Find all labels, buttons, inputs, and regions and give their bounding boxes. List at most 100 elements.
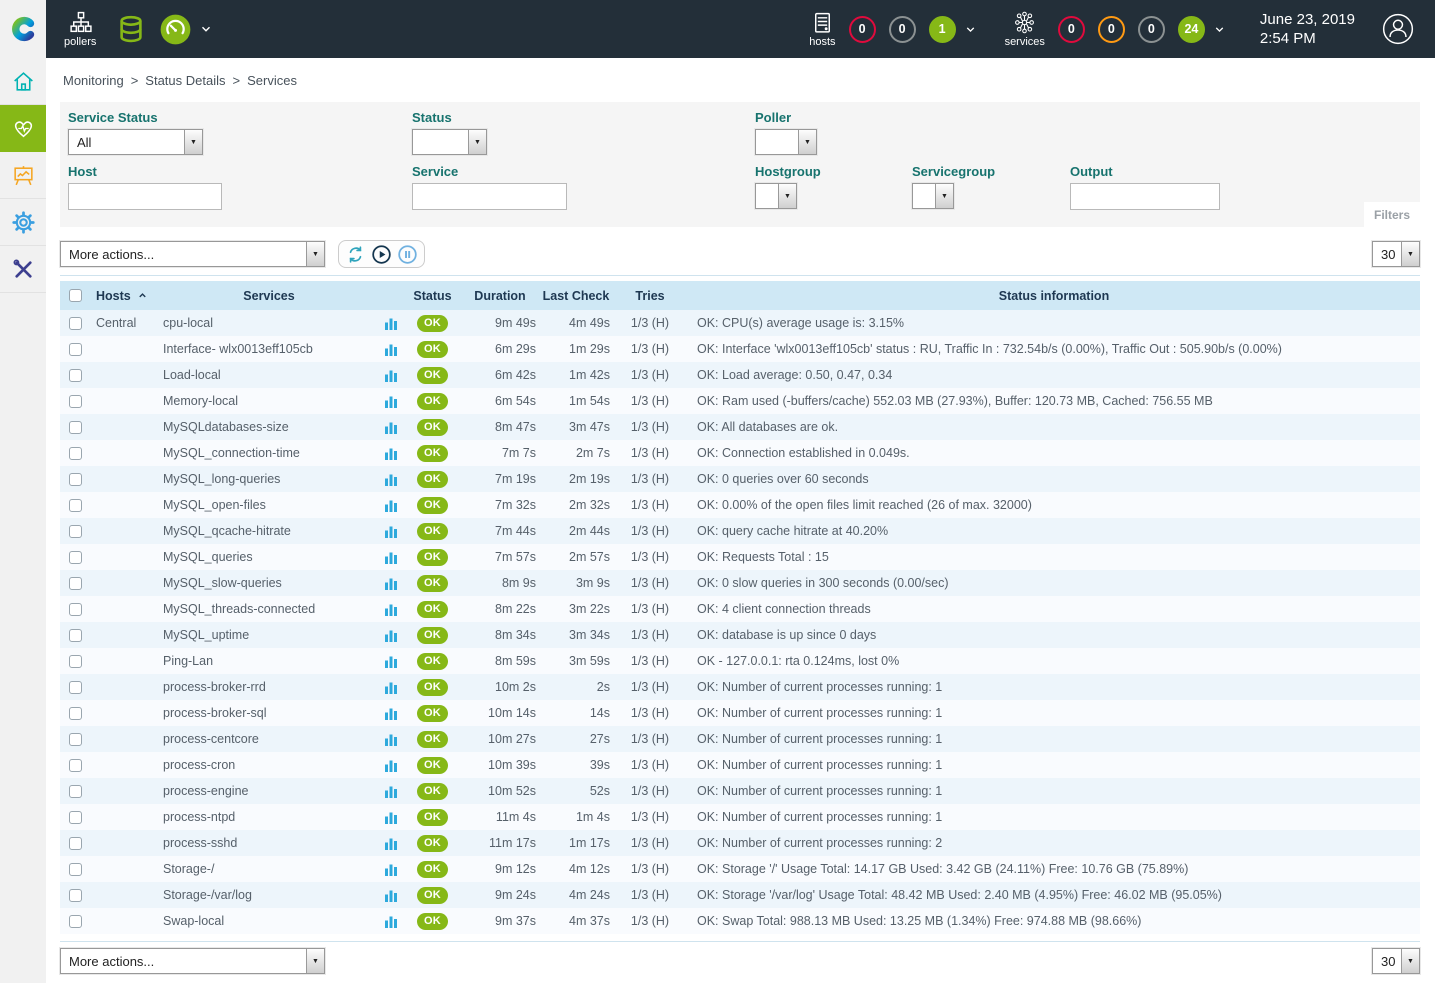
row-service[interactable]: MySQL_qcache-hitrate xyxy=(160,524,378,538)
row-checkbox[interactable] xyxy=(69,837,82,850)
gauge-status-button[interactable] xyxy=(160,14,191,45)
row-checkbox[interactable] xyxy=(69,369,82,382)
row-checkbox[interactable] xyxy=(69,811,82,824)
service-graph-button[interactable] xyxy=(378,316,405,331)
row-service[interactable]: MySQL_threads-connected xyxy=(160,602,378,616)
more-actions-select-bottom[interactable]: More actions... ▼ xyxy=(60,948,325,974)
service-graph-button[interactable] xyxy=(378,628,405,643)
hosts-menu[interactable]: hosts xyxy=(809,10,835,48)
row-service[interactable]: process-cron xyxy=(160,758,378,772)
row-checkbox[interactable] xyxy=(69,655,82,668)
row-service[interactable]: process-sshd xyxy=(160,836,378,850)
service-graph-button[interactable] xyxy=(378,732,405,747)
host-filter-input[interactable] xyxy=(68,183,222,210)
row-checkbox[interactable] xyxy=(69,915,82,928)
service-graph-button[interactable] xyxy=(378,550,405,565)
row-service[interactable]: MySQL_connection-time xyxy=(160,446,378,460)
status-counter[interactable]: 0 xyxy=(1058,16,1085,43)
service-graph-button[interactable] xyxy=(378,914,405,929)
hosts-dropdown-toggle[interactable] xyxy=(964,23,977,36)
sidebar-item-monitoring[interactable] xyxy=(0,105,46,152)
refresh-button[interactable] xyxy=(345,244,366,265)
service-graph-button[interactable] xyxy=(378,862,405,877)
row-service[interactable]: process-centcore xyxy=(160,732,378,746)
row-service[interactable]: MySQL_queries xyxy=(160,550,378,564)
row-checkbox[interactable] xyxy=(69,785,82,798)
last-check-column-header[interactable]: Last Check xyxy=(540,289,612,303)
service-graph-button[interactable] xyxy=(378,810,405,825)
duration-column-header[interactable]: Duration xyxy=(460,289,540,303)
row-checkbox[interactable] xyxy=(69,525,82,538)
select-all-checkbox[interactable] xyxy=(69,289,82,302)
row-checkbox[interactable] xyxy=(69,889,82,902)
services-dropdown-toggle[interactable] xyxy=(1213,23,1226,36)
services-menu[interactable]: services xyxy=(1005,10,1045,48)
breadcrumb-status-details[interactable]: Status Details xyxy=(145,73,225,88)
row-checkbox[interactable] xyxy=(69,681,82,694)
row-checkbox[interactable] xyxy=(69,577,82,590)
service-graph-button[interactable] xyxy=(378,576,405,591)
status-select[interactable]: ▼ xyxy=(412,129,487,155)
row-service[interactable]: MySQL_long-queries xyxy=(160,472,378,486)
service-graph-button[interactable] xyxy=(378,342,405,357)
service-graph-button[interactable] xyxy=(378,446,405,461)
service-graph-button[interactable] xyxy=(378,784,405,799)
poller-dropdown-toggle[interactable] xyxy=(199,22,213,36)
status-counter[interactable]: 0 xyxy=(1138,16,1165,43)
status-information-column-header[interactable]: Status information xyxy=(688,289,1420,303)
row-host[interactable]: Central xyxy=(90,316,160,330)
service-graph-button[interactable] xyxy=(378,654,405,669)
row-checkbox[interactable] xyxy=(69,343,82,356)
row-service[interactable]: MySQL_slow-queries xyxy=(160,576,378,590)
service-graph-button[interactable] xyxy=(378,472,405,487)
status-counter[interactable]: 0 xyxy=(849,16,876,43)
row-checkbox[interactable] xyxy=(69,733,82,746)
row-service[interactable]: process-broker-sql xyxy=(160,706,378,720)
row-service[interactable]: process-broker-rrd xyxy=(160,680,378,694)
service-graph-button[interactable] xyxy=(378,602,405,617)
breadcrumb-services[interactable]: Services xyxy=(247,73,297,88)
service-graph-button[interactable] xyxy=(378,524,405,539)
status-counter[interactable]: 0 xyxy=(1098,16,1125,43)
row-checkbox[interactable] xyxy=(69,629,82,642)
filters-collapse-tab[interactable]: Filters xyxy=(1364,202,1420,228)
row-service[interactable]: MySQL_uptime xyxy=(160,628,378,642)
pause-refresh-button[interactable] xyxy=(397,244,418,265)
status-column-header[interactable]: Status xyxy=(405,289,460,303)
status-counter[interactable]: 24 xyxy=(1178,16,1205,43)
sidebar-item-home[interactable] xyxy=(0,58,46,105)
centreon-logo[interactable] xyxy=(0,0,46,58)
sort-ascending-icon[interactable] xyxy=(137,290,148,301)
row-service[interactable]: MySQLdatabases-size xyxy=(160,420,378,434)
row-service[interactable]: process-ntpd xyxy=(160,810,378,824)
tries-column-header[interactable]: Tries xyxy=(612,289,688,303)
row-service[interactable]: Memory-local xyxy=(160,394,378,408)
row-service[interactable]: Storage-/var/log xyxy=(160,888,378,902)
service-graph-button[interactable] xyxy=(378,706,405,721)
row-checkbox[interactable] xyxy=(69,421,82,434)
service-graph-button[interactable] xyxy=(378,394,405,409)
status-counter[interactable]: 1 xyxy=(929,16,956,43)
row-checkbox[interactable] xyxy=(69,707,82,720)
row-service[interactable]: Load-local xyxy=(160,368,378,382)
hostgroup-select[interactable]: ▼ xyxy=(755,183,797,209)
services-column-header[interactable]: Services xyxy=(160,289,378,303)
service-status-select[interactable]: All ▼ xyxy=(68,129,203,155)
row-checkbox[interactable] xyxy=(69,395,82,408)
service-filter-input[interactable] xyxy=(412,183,567,210)
output-filter-input[interactable] xyxy=(1070,183,1220,210)
database-status-button[interactable] xyxy=(116,14,146,44)
row-checkbox[interactable] xyxy=(69,863,82,876)
row-checkbox[interactable] xyxy=(69,317,82,330)
hosts-column-header[interactable]: Hosts xyxy=(96,289,131,303)
sidebar-item-configuration[interactable] xyxy=(0,199,46,246)
row-service[interactable]: Storage-/ xyxy=(160,862,378,876)
row-service[interactable]: Swap-local xyxy=(160,914,378,928)
sidebar-item-reporting[interactable] xyxy=(0,152,46,199)
service-graph-button[interactable] xyxy=(378,680,405,695)
row-service[interactable]: Interface- wlx0013eff105cb xyxy=(160,342,378,356)
row-service[interactable]: MySQL_open-files xyxy=(160,498,378,512)
row-checkbox[interactable] xyxy=(69,759,82,772)
row-checkbox[interactable] xyxy=(69,447,82,460)
service-graph-button[interactable] xyxy=(378,888,405,903)
